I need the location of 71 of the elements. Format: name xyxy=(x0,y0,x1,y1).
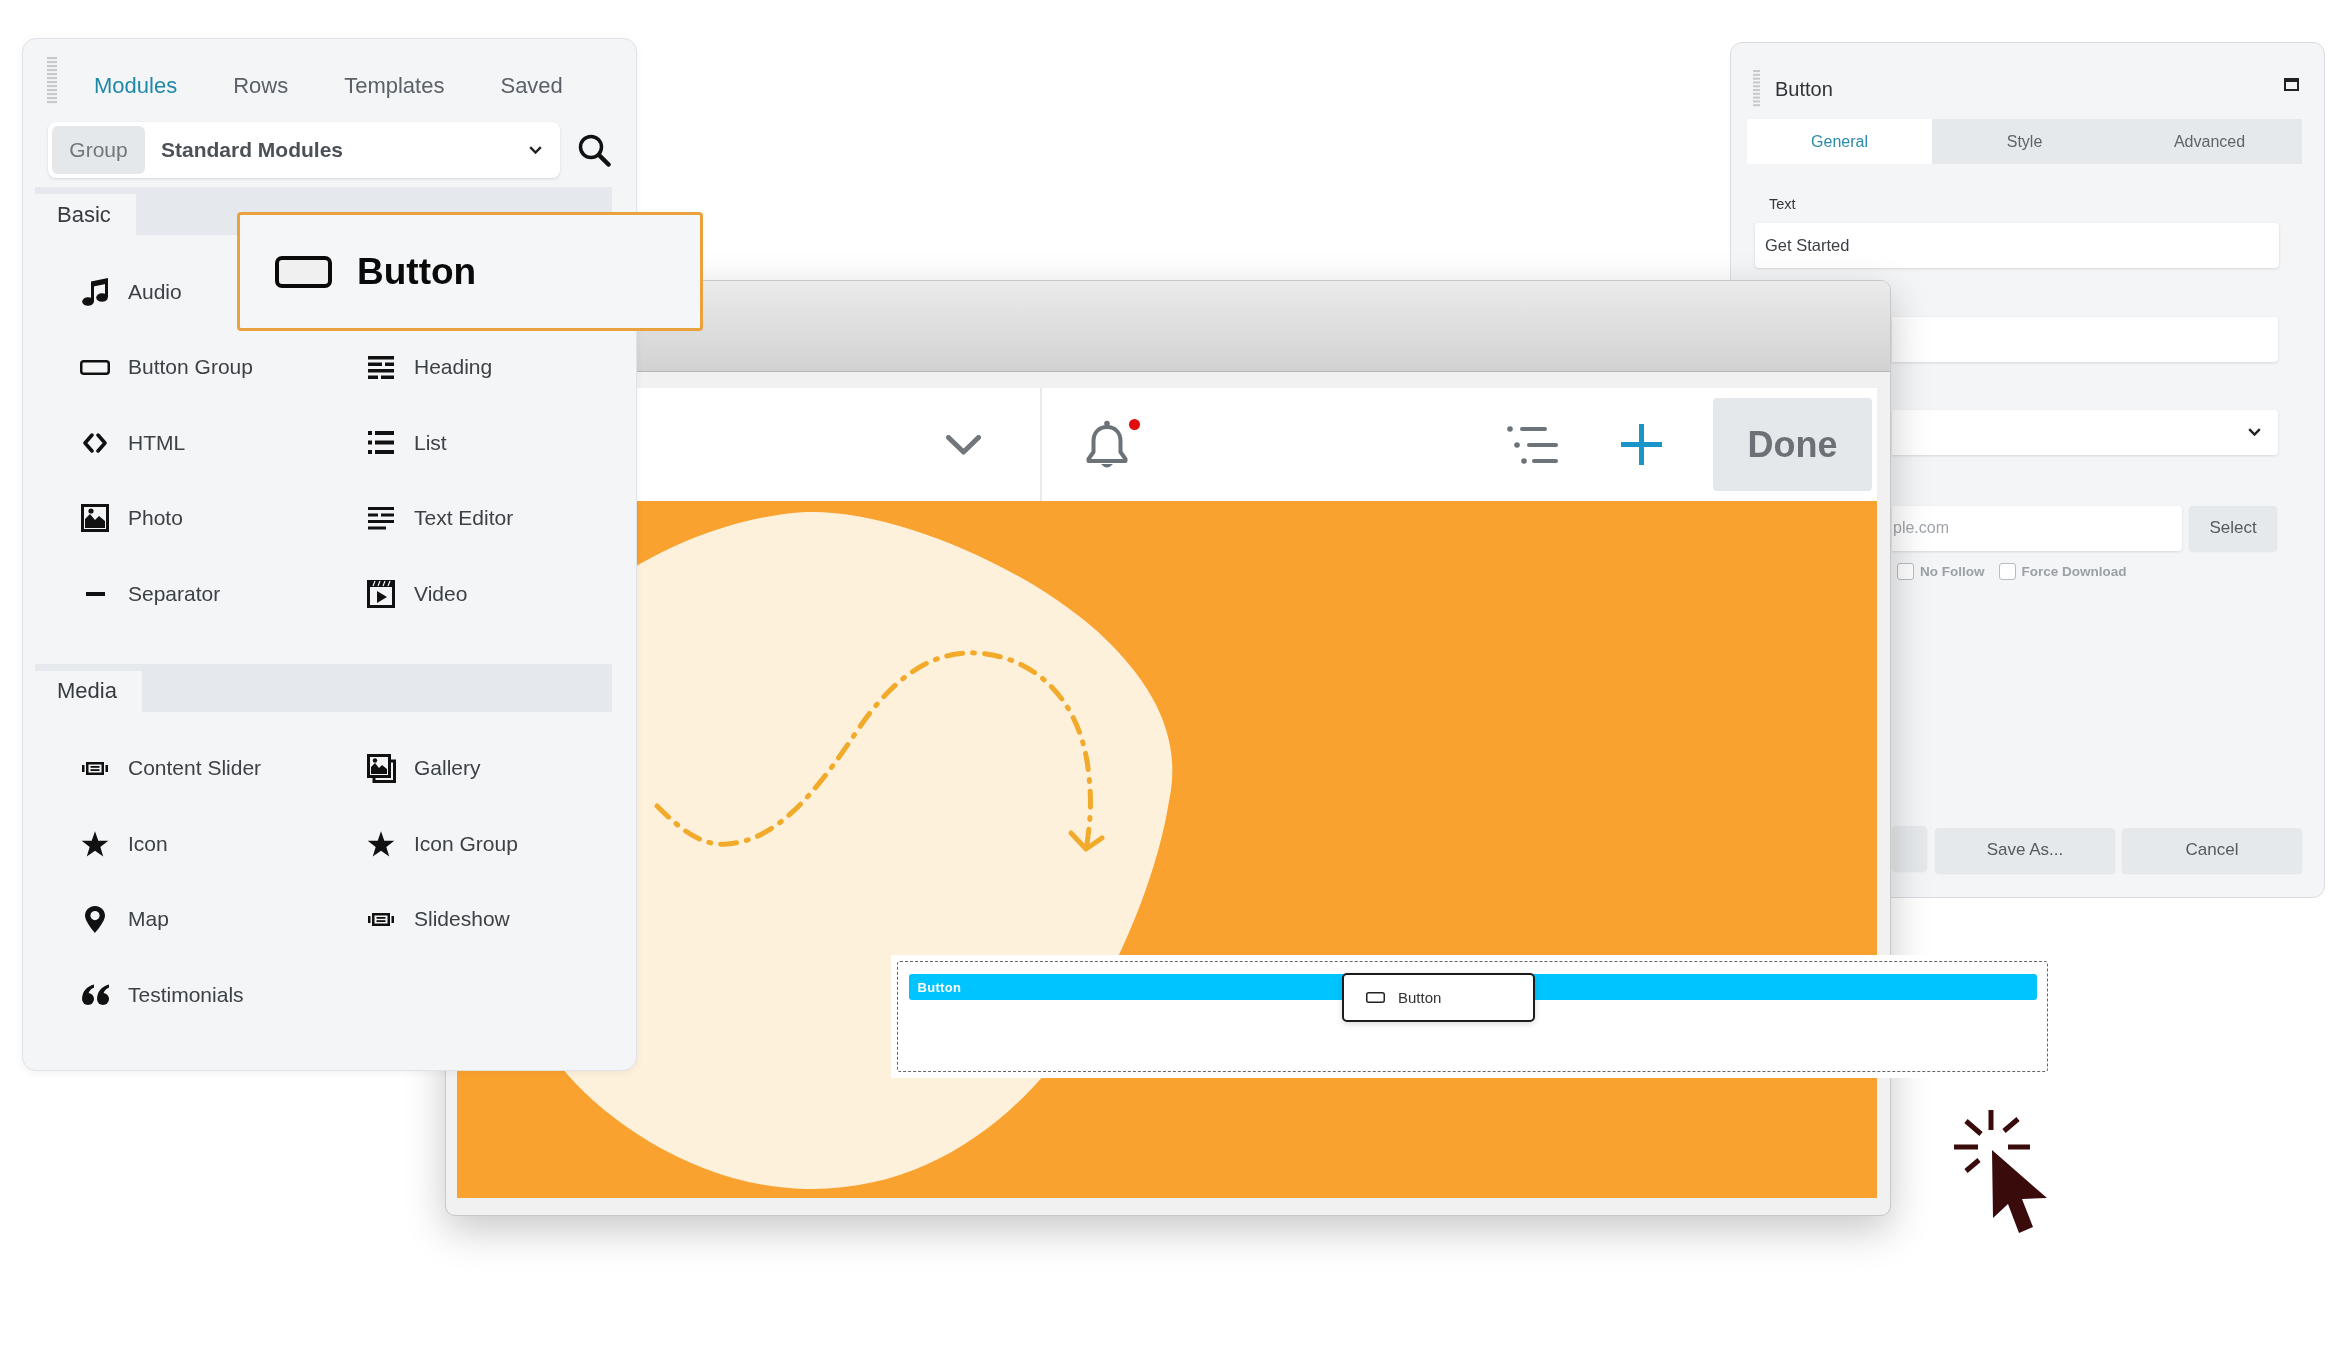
tab[interactable]: General xyxy=(1747,119,1932,164)
module-item[interactable]: HTML xyxy=(80,427,186,458)
video-clapper-icon xyxy=(367,579,395,608)
tab[interactable]: Templates xyxy=(344,73,445,99)
module-item[interactable]: Video xyxy=(366,578,468,609)
minus-icon xyxy=(85,591,105,596)
heading-icon xyxy=(368,355,394,379)
chevron-down-icon xyxy=(529,146,542,154)
text-input[interactable]: Get Started xyxy=(1755,222,2279,268)
window-icon[interactable] xyxy=(2284,78,2299,91)
tab[interactable]: Modules xyxy=(94,73,178,99)
slides-icon xyxy=(82,761,108,775)
music-note-icon xyxy=(81,277,109,306)
star-icon xyxy=(81,830,109,857)
tab[interactable]: Rows xyxy=(233,73,289,99)
footer-button[interactable] xyxy=(1892,826,1927,871)
section-title: Basic xyxy=(35,194,136,235)
module-item[interactable]: Content Slider xyxy=(80,753,262,784)
chevron-down-icon[interactable] xyxy=(946,434,981,455)
photo-icon xyxy=(81,504,109,533)
tab[interactable]: Saved xyxy=(500,73,563,99)
module-item[interactable]: List xyxy=(366,427,447,458)
select-button[interactable]: Select xyxy=(2189,505,2277,551)
module-item[interactable]: Gallery xyxy=(366,753,481,784)
tab[interactable]: Style xyxy=(1932,119,2117,164)
module-item[interactable]: Icon Group xyxy=(366,828,518,859)
button-icon xyxy=(275,255,332,288)
module-item[interactable]: Slideshow xyxy=(366,904,510,935)
drag-handle-icon[interactable] xyxy=(47,57,57,105)
footer-button[interactable]: Cancel xyxy=(2122,827,2302,873)
field-label: Text xyxy=(1769,196,1796,213)
group-select[interactable]: Group Standard Modules xyxy=(48,122,560,178)
checkbox[interactable] xyxy=(1998,563,2016,580)
gallery-icon xyxy=(366,753,396,783)
section-title: Media xyxy=(35,670,142,712)
quote-icon xyxy=(81,984,109,1006)
footer-button[interactable]: Save As... xyxy=(1935,827,2115,873)
module-item[interactable]: Audio xyxy=(80,276,182,307)
module-item[interactable]: Heading xyxy=(366,352,493,383)
module-item[interactable]: Map xyxy=(80,904,169,935)
search-icon[interactable] xyxy=(578,133,611,167)
group-label: Group xyxy=(52,126,145,174)
input-field[interactable] xyxy=(1892,316,2278,362)
module-item[interactable]: Photo xyxy=(80,503,183,534)
panel-title: Button xyxy=(1775,77,1833,101)
star-icon xyxy=(367,830,395,857)
module-item[interactable]: Button Group xyxy=(80,352,253,383)
bulleted-list-icon[interactable] xyxy=(1507,425,1559,464)
button-icon xyxy=(1366,992,1385,1003)
list-icon xyxy=(368,431,394,455)
code-icon xyxy=(82,432,108,453)
module-item[interactable]: Text Editor xyxy=(366,503,514,534)
group-select-value: Standard Modules xyxy=(161,138,344,162)
cursor-click-icon xyxy=(1954,1110,2049,1234)
module-item[interactable]: Icon xyxy=(80,828,168,859)
select-field[interactable] xyxy=(1892,409,2278,455)
module-item[interactable]: Separator xyxy=(80,578,221,609)
checkbox[interactable] xyxy=(1897,563,1914,580)
slides-icon xyxy=(368,912,394,926)
drag-handle-icon[interactable] xyxy=(1753,70,1760,108)
url-input[interactable]: ple.com xyxy=(1892,505,2182,551)
chevron-down-icon xyxy=(2248,428,2261,436)
module-item[interactable]: Testimonials xyxy=(80,979,244,1010)
dragged-module-card[interactable]: Button xyxy=(237,212,703,331)
button-icon xyxy=(80,359,110,375)
done-button[interactable]: Done xyxy=(1713,398,1872,491)
bell-icon[interactable] xyxy=(1085,419,1129,470)
map-pin-icon xyxy=(85,905,105,933)
tab[interactable]: Advanced xyxy=(2117,119,2302,164)
plus-icon[interactable] xyxy=(1620,423,1663,466)
text-lines-icon xyxy=(368,506,394,530)
